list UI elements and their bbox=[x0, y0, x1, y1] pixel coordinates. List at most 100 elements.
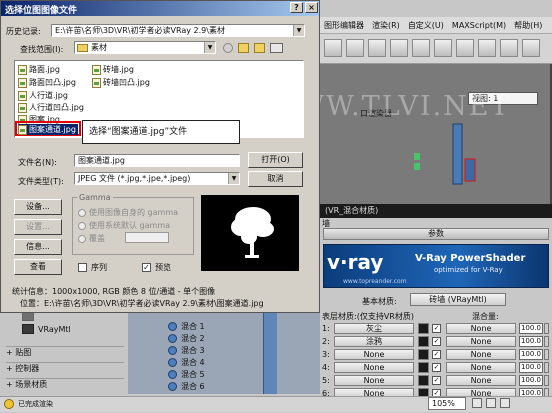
info-button[interactable]: 信息... bbox=[14, 239, 62, 255]
cancel-button[interactable]: 取消 bbox=[248, 171, 303, 187]
view-button[interactable]: 查看 bbox=[14, 259, 62, 275]
blend-map-button[interactable]: None bbox=[446, 336, 516, 347]
open-button[interactable]: 打开(O) bbox=[248, 152, 303, 168]
blend-amount-field[interactable]: 100.0 bbox=[519, 336, 543, 347]
mix-node[interactable]: 混合 6 bbox=[168, 381, 205, 392]
file-item[interactable]: 砖墙凹凸.jpg bbox=[92, 77, 150, 88]
pan-icon[interactable] bbox=[486, 398, 496, 408]
blend-map-button[interactable]: None bbox=[446, 323, 516, 334]
file-item[interactable]: 路面凹凸.jpg bbox=[18, 77, 76, 88]
color-swatch[interactable] bbox=[418, 323, 429, 334]
enable-checkbox[interactable]: ✓ bbox=[432, 324, 441, 333]
file-item[interactable]: 砖墙.jpg bbox=[92, 64, 134, 75]
chevron-down-icon[interactable]: ▼ bbox=[204, 42, 215, 53]
sequence-checkbox[interactable]: 序列 bbox=[78, 262, 107, 273]
file-item-selected[interactable]: 图案通道.jpg bbox=[18, 124, 78, 135]
back-icon[interactable] bbox=[223, 43, 233, 53]
toolbar-button[interactable] bbox=[500, 39, 518, 57]
file-item[interactable]: 人行道凹凸.jpg bbox=[18, 102, 84, 113]
coat-material-button[interactable]: 涂鸦 bbox=[334, 336, 414, 347]
new-folder-icon[interactable] bbox=[254, 43, 265, 53]
mix-node[interactable]: 混合 2 bbox=[168, 333, 205, 344]
gamma-default-radio[interactable]: 使用系统默认 gamma bbox=[78, 220, 170, 231]
color-swatch[interactable] bbox=[418, 336, 429, 347]
filename-field[interactable]: 图案通道.jpg bbox=[74, 154, 240, 167]
view-menu-icon[interactable] bbox=[270, 43, 283, 53]
color-swatch[interactable] bbox=[418, 375, 429, 386]
file-item[interactable]: 人行道.jpg bbox=[18, 90, 68, 101]
gamma-own-radio[interactable]: 使用图像自身的 gamma bbox=[78, 207, 178, 218]
zoom-icon[interactable] bbox=[500, 398, 510, 408]
blend-map-button[interactable]: None bbox=[446, 362, 516, 373]
image-file-icon bbox=[18, 90, 27, 101]
color-swatch[interactable] bbox=[418, 362, 429, 373]
spinner-icon[interactable] bbox=[544, 349, 549, 360]
zoom-fit-icon[interactable] bbox=[472, 398, 482, 408]
checkbox-label: 预览 bbox=[155, 263, 171, 272]
chevron-down-icon[interactable]: ▼ bbox=[293, 25, 304, 36]
color-swatch[interactable] bbox=[418, 349, 429, 360]
lookin-dropdown[interactable]: 素材 ▼ bbox=[74, 41, 216, 54]
preview-checkbox[interactable]: ✓ 预览 bbox=[142, 262, 171, 273]
zoom-select[interactable]: 105% bbox=[428, 397, 466, 410]
gamma-override-radio[interactable]: 覆盖 bbox=[78, 233, 105, 244]
mix-node[interactable]: 混合 4 bbox=[168, 357, 205, 368]
toolbar-button[interactable] bbox=[346, 39, 364, 57]
toolbar-button[interactable] bbox=[456, 39, 474, 57]
file-name: 路面.jpg bbox=[29, 65, 60, 74]
history-dropdown[interactable]: E:\许苗\名师\3D\VR\初学者必读VRay 2.9\素材 ▼ bbox=[51, 24, 305, 37]
toolbar-button[interactable] bbox=[412, 39, 430, 57]
toolbar-button[interactable] bbox=[390, 39, 408, 57]
menu-graph-editor[interactable]: 图形编辑器 bbox=[320, 20, 368, 31]
spinner-icon[interactable] bbox=[544, 323, 549, 334]
help-icon[interactable]: ? bbox=[290, 2, 303, 13]
base-material-button[interactable]: 砖墙 (VRayMtl) bbox=[410, 293, 506, 306]
params-rollout[interactable]: 参数 bbox=[323, 228, 549, 240]
toolbar-button[interactable] bbox=[368, 39, 386, 57]
category-controllers[interactable]: + 控制器 bbox=[6, 362, 124, 374]
spinner-icon[interactable] bbox=[544, 375, 549, 386]
toolbar-button[interactable] bbox=[324, 39, 342, 57]
coat-material-button[interactable]: None bbox=[334, 375, 414, 386]
menu-render[interactable]: 渲染(R) bbox=[368, 20, 404, 31]
blend-amount-field[interactable]: 100.0 bbox=[519, 362, 543, 373]
spinner-icon[interactable] bbox=[544, 336, 549, 347]
enable-checkbox[interactable]: ✓ bbox=[432, 337, 441, 346]
node-dot-icon bbox=[168, 358, 177, 367]
mix-node[interactable]: 混合 1 bbox=[168, 321, 205, 332]
menu-maxscript[interactable]: MAXScript(M) bbox=[448, 21, 510, 30]
blend-amount-field[interactable]: 100.0 bbox=[519, 375, 543, 386]
category-maps[interactable]: + 贴图 bbox=[6, 346, 124, 358]
chevron-down-icon[interactable]: ▼ bbox=[228, 173, 239, 184]
coat-material-button[interactable]: None bbox=[334, 349, 414, 360]
blend-map-button[interactable]: None bbox=[446, 349, 516, 360]
enable-checkbox[interactable]: ✓ bbox=[432, 376, 441, 385]
setup-button[interactable]: 设备... bbox=[14, 199, 62, 215]
spinner-icon[interactable] bbox=[544, 362, 549, 373]
mix-node[interactable]: 混合 3 bbox=[168, 345, 205, 356]
mix-node-label: 混合 4 bbox=[181, 358, 205, 367]
toolbar-button[interactable] bbox=[478, 39, 496, 57]
enable-checkbox[interactable]: ✓ bbox=[432, 350, 441, 359]
enable-checkbox[interactable]: ✓ bbox=[432, 363, 441, 372]
settings-button[interactable]: 设置... bbox=[14, 219, 62, 235]
gamma-override-spinner[interactable] bbox=[125, 232, 169, 243]
browser-item-vraymtl[interactable]: VRayMtl bbox=[22, 324, 71, 334]
blend-header: 混合量: bbox=[472, 312, 499, 321]
category-scene-materials[interactable]: + 场景材质 bbox=[6, 378, 124, 390]
mix-node[interactable]: 混合 5 bbox=[168, 369, 205, 380]
close-icon[interactable]: × bbox=[305, 2, 318, 13]
up-folder-icon[interactable] bbox=[238, 43, 249, 53]
toolbar-button[interactable] bbox=[522, 39, 540, 57]
blend-amount-field[interactable]: 100.0 bbox=[519, 323, 543, 334]
menu-help[interactable]: 帮助(H) bbox=[510, 20, 546, 31]
filetype-dropdown[interactable]: JPEG 文件 (*.jpg,*.jpe,*.jpeg) ▼ bbox=[74, 172, 240, 185]
coat-material-button[interactable]: None bbox=[334, 362, 414, 373]
blend-map-button[interactable]: None bbox=[446, 375, 516, 386]
menu-customize[interactable]: 自定义(U) bbox=[404, 20, 448, 31]
main-toolbar bbox=[320, 34, 552, 64]
coat-material-button[interactable]: 灰尘 bbox=[334, 323, 414, 334]
blend-amount-field[interactable]: 100.0 bbox=[519, 349, 543, 360]
file-item[interactable]: 路面.jpg bbox=[18, 64, 60, 75]
toolbar-button[interactable] bbox=[434, 39, 452, 57]
